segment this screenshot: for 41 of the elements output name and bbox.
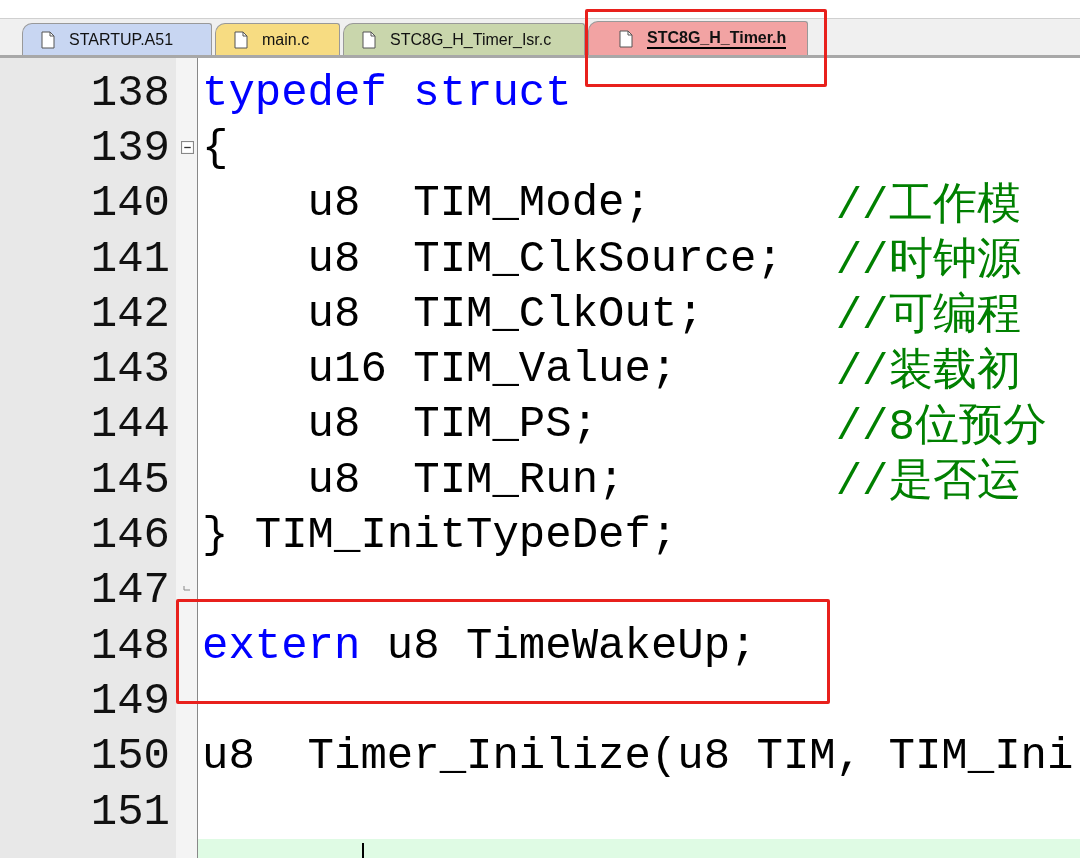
file-tab[interactable]: main.c [215,23,340,55]
code-text: u8 TIM_ClkOut; [306,288,705,339]
code-text: u8 TIM_PS; [306,399,600,450]
code-keyword: typedef struct [202,67,572,118]
line-number: 145 [90,454,170,505]
file-icon [41,30,55,49]
code-comment: //时钟源 [835,235,1021,289]
file-icon [619,29,633,48]
line-number: 143 [90,344,170,395]
file-icon [362,30,376,49]
line-number: 151 [90,786,170,837]
line-number: 147 [90,565,170,616]
line-number: 144 [90,399,170,450]
line-number: 146 [90,510,170,560]
line-number: 150 [90,731,170,782]
file-tab[interactable]: STC8G_H_Timer_Isr.c [343,23,585,55]
line-number: 140 [90,178,170,229]
code-text: u8 Timer_Inilize(u8 TIM, TIM_Ini [202,731,1074,782]
code-text: { [202,122,229,173]
code-text: u8 TIM_Mode; [306,178,652,229]
code-comment: //可编程 [835,290,1021,344]
line-number: 141 [90,233,170,284]
code-text: u16 TIM_Value; [306,344,679,395]
code-comment: //装载初 [835,345,1021,399]
file-tab[interactable]: STARTUP.A51 [22,23,212,55]
file-tab[interactable]: STC8G_H_Timer.h [588,21,808,55]
code-text: u8 TIM_Run; [306,454,626,505]
code-text: } TIM_InitTypeDef; [202,510,678,560]
file-icon [234,30,248,49]
fold-toggle-icon[interactable] [180,141,194,155]
code-text: u8 TimeWakeUp; [385,620,757,671]
line-number: 149 [90,675,170,726]
line-number: 148 [90,620,170,671]
code-keyword: extern [202,620,361,671]
code-text: u8 TIM_ClkSource; [306,233,784,284]
code-comment: //是否运 [835,456,1021,510]
line-number: 139 [90,122,170,173]
line-number: 142 [90,288,170,339]
code-comment: //工作模 [835,179,1021,233]
code-comment: //8位预分 [835,400,1047,454]
line-number: 138 [90,67,170,118]
